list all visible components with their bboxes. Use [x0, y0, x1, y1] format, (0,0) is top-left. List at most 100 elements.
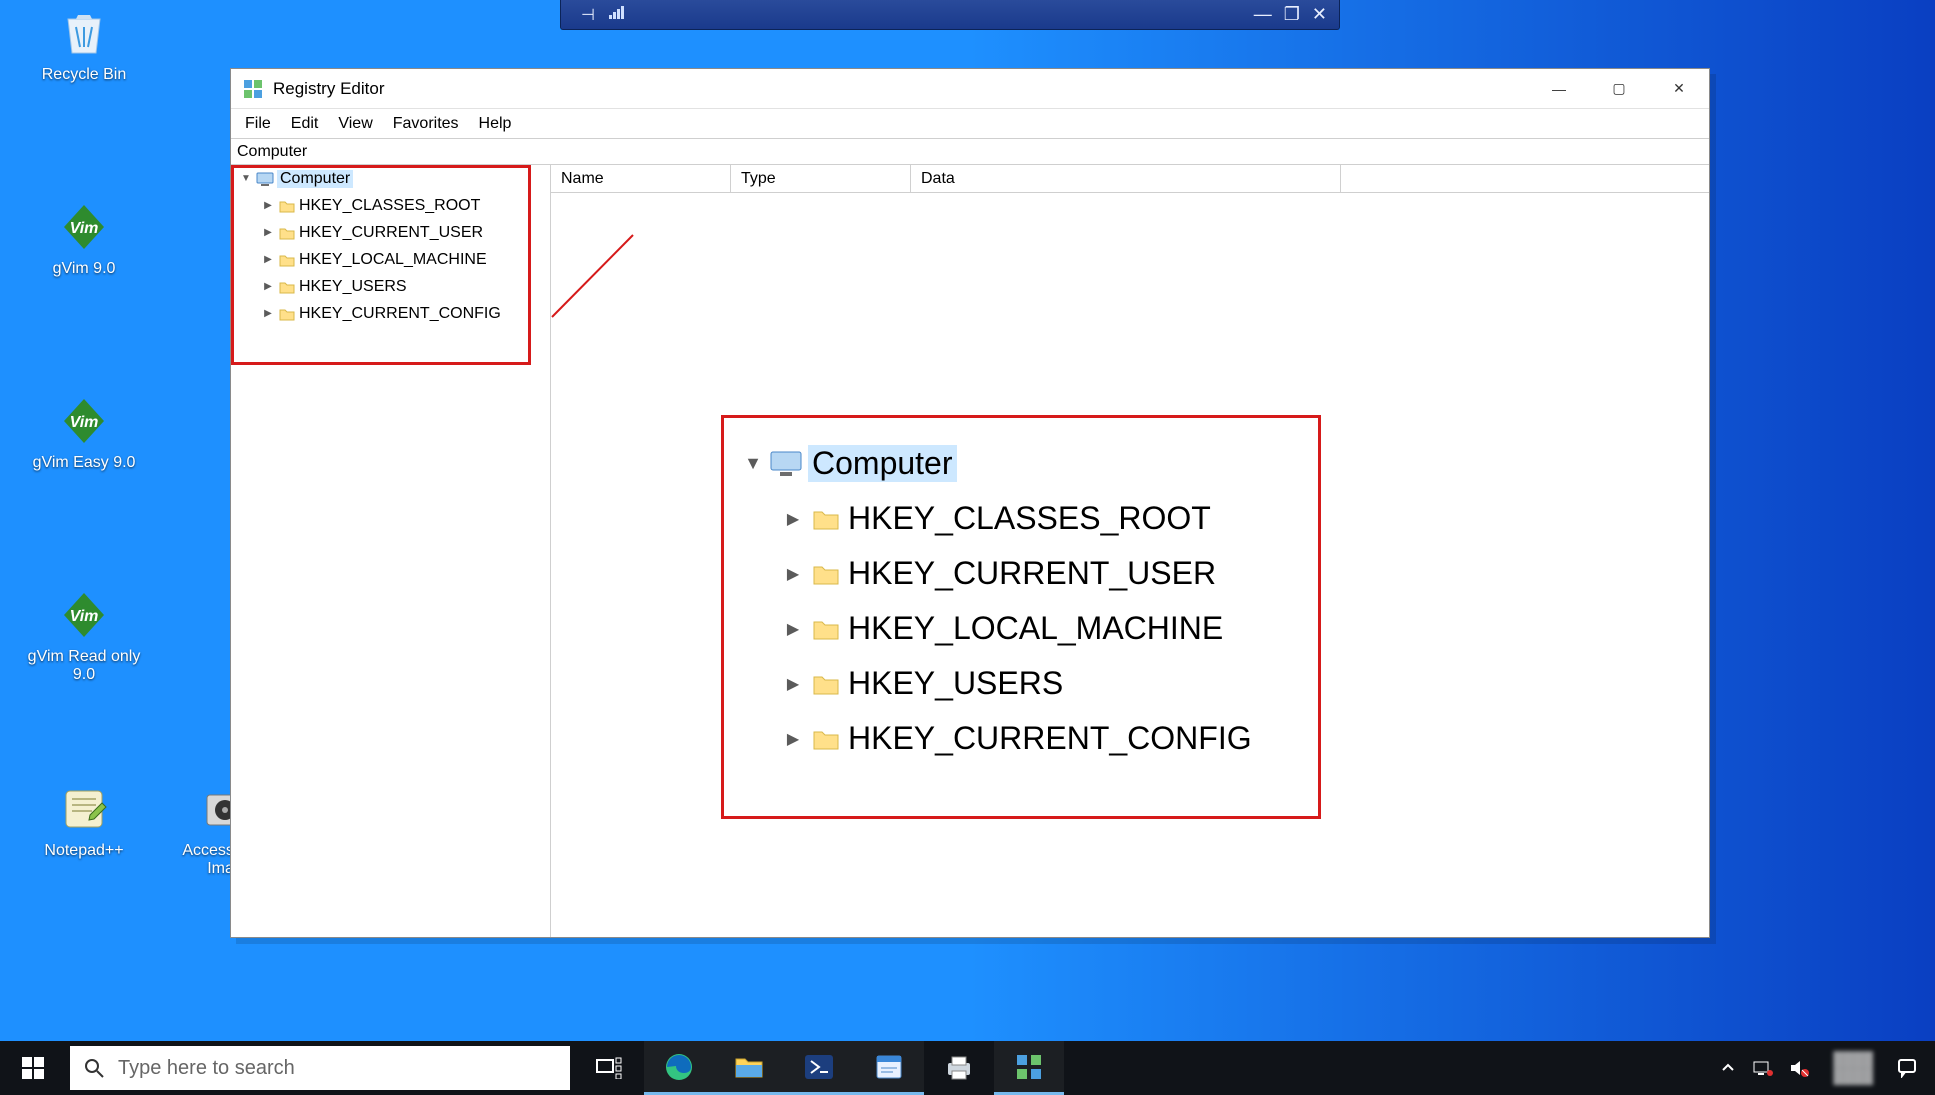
tree-node-label: HKEY_CURRENT_CONFIG [299, 305, 501, 323]
svg-text:Vim: Vim [70, 608, 99, 625]
tree-node-hkcc[interactable]: HKEY_CURRENT_CONFIG [231, 300, 550, 327]
regedit-app-icon [243, 79, 263, 99]
tree-node-hkcr[interactable]: HKEY_CLASSES_ROOT [231, 192, 550, 219]
volume-muted-icon[interactable] [1789, 1059, 1809, 1077]
chevron-right-icon [778, 619, 808, 639]
menu-edit[interactable]: Edit [291, 115, 319, 133]
task-view-button[interactable] [574, 1041, 644, 1095]
window-maximize-button[interactable]: ▢ [1589, 69, 1649, 109]
vm-close-button[interactable]: ✕ [1312, 4, 1327, 25]
svg-text:Vim: Vim [70, 220, 99, 237]
desktop-icon-label: gVim Easy 9.0 [24, 454, 144, 472]
wordpad-icon [875, 1054, 903, 1080]
menu-help[interactable]: Help [479, 115, 512, 133]
column-data[interactable]: Data [911, 165, 1341, 192]
desktop-icon-label: gVim 9.0 [24, 260, 144, 278]
desktop-icon-label: Notepad++ [24, 842, 144, 860]
chevron-right-icon[interactable] [259, 254, 277, 265]
chevron-right-icon [778, 729, 808, 749]
desktop-icon-gvim[interactable]: Vim gVim 9.0 [24, 200, 144, 278]
callout-node-computer: Computer [734, 436, 1308, 491]
desktop-icon-label: Recycle Bin [24, 66, 144, 84]
taskbar-app-edge[interactable] [644, 1041, 714, 1095]
callout-node-label: HKEY_CURRENT_USER [848, 555, 1216, 592]
taskbar-search[interactable]: Type here to search [70, 1046, 570, 1090]
folder-icon [277, 253, 297, 267]
callout-node-hkcc: HKEY_CURRENT_CONFIG [734, 711, 1308, 766]
column-name[interactable]: Name [551, 165, 731, 192]
window-minimize-button[interactable]: — [1529, 69, 1589, 109]
vm-restore-button[interactable]: ❐ [1284, 4, 1300, 25]
chevron-right-icon [778, 509, 808, 529]
callout-node-hklm: HKEY_LOCAL_MACHINE [734, 601, 1308, 656]
taskbar-app-explorer[interactable] [714, 1041, 784, 1095]
address-bar[interactable]: Computer [231, 139, 1709, 165]
chevron-right-icon[interactable] [259, 308, 277, 319]
powershell-icon [804, 1054, 834, 1080]
pin-icon[interactable]: ⊣ [581, 5, 595, 25]
system-tray: ████████ [1719, 1051, 1935, 1085]
taskbar-app-powershell[interactable] [784, 1041, 854, 1095]
regedit-icon [1016, 1054, 1042, 1080]
chevron-right-icon[interactable] [259, 227, 277, 238]
notepadpp-icon [52, 782, 116, 836]
windows-logo-icon [22, 1057, 44, 1079]
taskbar-tasks [574, 1041, 1064, 1095]
values-pane[interactable]: Name Type Data Computer [551, 165, 1709, 937]
tree-node-hklm[interactable]: HKEY_LOCAL_MACHINE [231, 246, 550, 273]
folder-icon [808, 727, 844, 751]
tree-node-computer[interactable]: Computer [231, 165, 550, 192]
chevron-right-icon [778, 674, 808, 694]
vm-minimize-button[interactable]: — [1254, 4, 1272, 25]
edge-icon [664, 1052, 694, 1082]
menu-file[interactable]: File [245, 115, 271, 133]
taskbar-search-placeholder: Type here to search [118, 1057, 295, 1080]
desktop-icon-gvim-easy[interactable]: Vim gVim Easy 9.0 [24, 394, 144, 472]
menubar: File Edit View Favorites Help [231, 109, 1709, 139]
annotation-callout: Computer HKEY_CLASSES_ROOT HKEY_CURRENT_… [721, 415, 1321, 819]
column-type[interactable]: Type [731, 165, 911, 192]
folder-icon [808, 617, 844, 641]
network-icon[interactable] [1753, 1060, 1773, 1076]
callout-node-label: HKEY_CLASSES_ROOT [848, 500, 1211, 537]
chevron-right-icon[interactable] [259, 281, 277, 292]
taskbar-clock[interactable]: ████████ [1825, 1051, 1881, 1085]
window-close-button[interactable]: ✕ [1649, 69, 1709, 109]
callout-node-hkcu: HKEY_CURRENT_USER [734, 546, 1308, 601]
titlebar[interactable]: Registry Editor — ▢ ✕ [231, 69, 1709, 109]
folder-icon [808, 672, 844, 696]
tray-overflow-icon[interactable] [1719, 1059, 1737, 1077]
menu-favorites[interactable]: Favorites [393, 115, 459, 133]
tree-node-label: HKEY_USERS [299, 278, 407, 296]
start-button[interactable] [0, 1041, 66, 1095]
address-bar-text: Computer [237, 143, 307, 161]
desktop-icon-notepadpp[interactable]: Notepad++ [24, 782, 144, 860]
tree-node-hkcu[interactable]: HKEY_CURRENT_USER [231, 219, 550, 246]
action-center-icon[interactable] [1897, 1058, 1917, 1078]
folder-icon [808, 507, 844, 531]
search-icon [84, 1058, 104, 1078]
gvim-easy-icon: Vim [52, 394, 116, 448]
tree-pane[interactable]: Computer HKEY_CLASSES_ROOT HKEY_CURRENT_… [231, 165, 551, 937]
folder-icon [808, 562, 844, 586]
registry-editor-window: Registry Editor — ▢ ✕ File Edit View Fav… [230, 68, 1710, 938]
chevron-right-icon[interactable] [259, 200, 277, 211]
chevron-down-icon[interactable] [237, 173, 255, 184]
folder-icon [277, 307, 297, 321]
taskbar-app-regedit[interactable] [994, 1041, 1064, 1095]
chevron-right-icon [778, 564, 808, 584]
taskbar-app-printer[interactable] [924, 1041, 994, 1095]
desktop-icon-recycle-bin[interactable]: Recycle Bin [24, 6, 144, 84]
file-explorer-icon [734, 1054, 764, 1080]
desktop-icon-gvim-readonly[interactable]: Vim gVim Read only 9.0 [24, 588, 144, 684]
tree-node-hku[interactable]: HKEY_USERS [231, 273, 550, 300]
vm-connection-bar: ⊣ — ❐ ✕ [560, 0, 1340, 30]
tree-node-label: HKEY_CURRENT_USER [299, 224, 483, 242]
task-view-icon [596, 1057, 622, 1079]
taskbar-app-wordpad[interactable] [854, 1041, 924, 1095]
callout-node-label: HKEY_USERS [848, 665, 1063, 702]
folder-icon [277, 280, 297, 294]
menu-view[interactable]: View [338, 115, 372, 133]
window-title: Registry Editor [273, 79, 384, 99]
desktop: ⊣ — ❐ ✕ Recycle Bin Vim gVim 9.0 Vim gVi… [0, 0, 1935, 1095]
